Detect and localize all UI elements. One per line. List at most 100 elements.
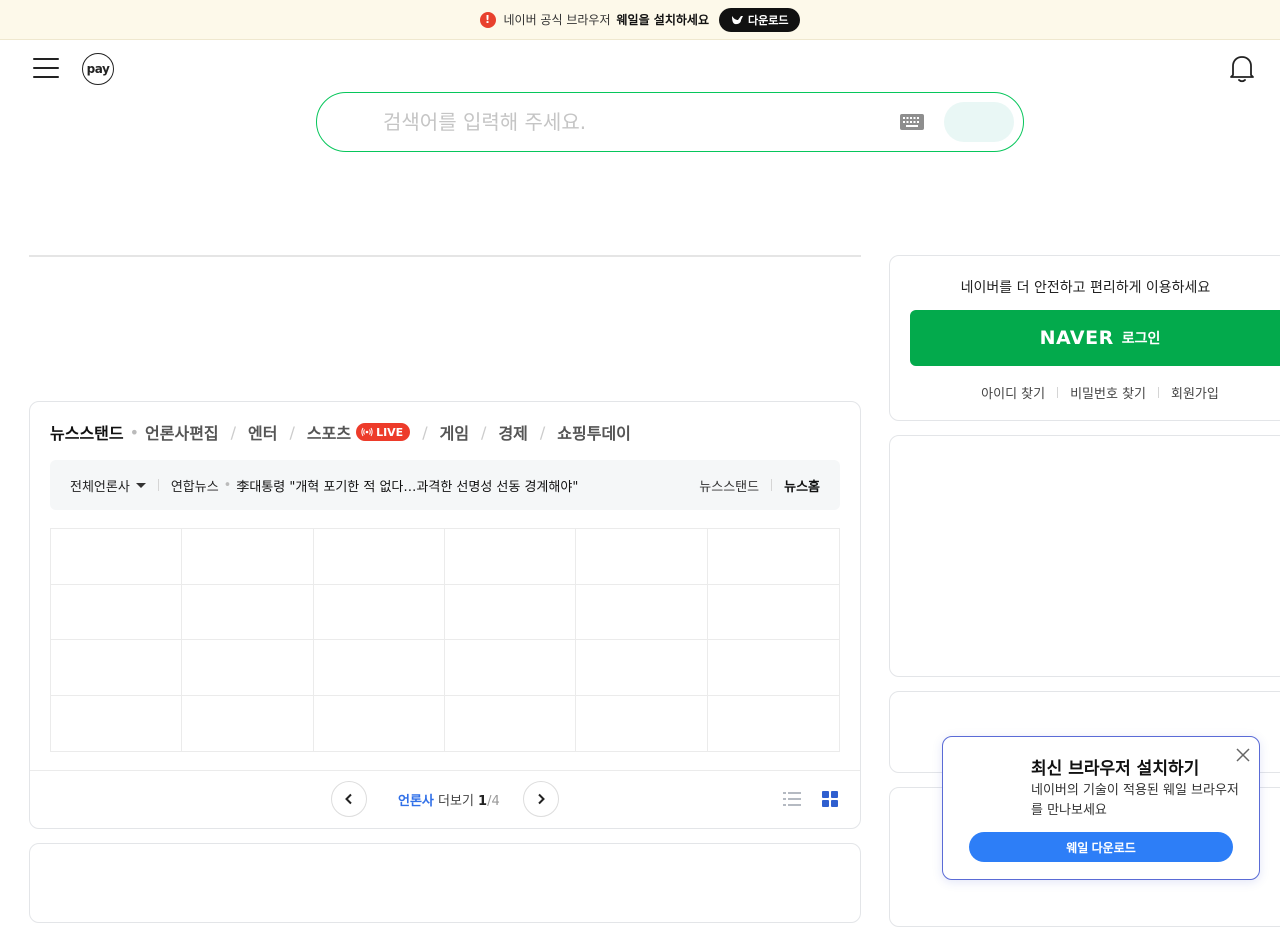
press-cell[interactable] (445, 695, 577, 751)
press-cell[interactable] (444, 529, 577, 585)
total-pages: /4 (487, 794, 500, 809)
login-links: 아이디 찾기 비밀번호 찾기 회원가입 (890, 383, 1280, 402)
headline-links: 뉴스스탠드 뉴스홈 (699, 476, 820, 495)
whale-install-banner: ! 네이버 공식 브라우저 웨일을 설치하세요 다운로드 (0, 0, 1280, 40)
press-cell[interactable] (708, 696, 839, 752)
tab-dot-separator: • (129, 422, 140, 442)
page-indicator: 언론사 더보기 1/4 (398, 790, 500, 809)
press-cell[interactable] (313, 584, 445, 640)
bell-icon[interactable] (1228, 54, 1256, 84)
tab-separator: / (539, 422, 546, 442)
banner-text: 네이버 공식 브라우저 (503, 13, 611, 27)
close-icon[interactable] (1235, 747, 1251, 763)
broadcast-icon (361, 427, 373, 437)
press-cell[interactable] (313, 529, 445, 585)
content-divider (29, 255, 861, 257)
search-box (316, 92, 1024, 152)
tab-newsstand[interactable]: 뉴스스탠드 (50, 420, 124, 444)
whale-icon (732, 15, 743, 24)
press-cell[interactable] (707, 529, 839, 585)
menu-icon[interactable] (33, 58, 59, 78)
press-cell[interactable] (182, 695, 314, 751)
dot-separator: • (223, 477, 232, 493)
naver-login-button[interactable]: NAVER 로그인 (910, 310, 1280, 366)
press-cell[interactable] (576, 640, 708, 696)
live-badge-label: LIVE (376, 425, 404, 439)
banner-strong-text: 웨일을 설치하세요 (616, 13, 710, 27)
press-cell[interactable] (444, 640, 577, 696)
tab-sports-label: 스포츠 (306, 424, 352, 443)
newshome-link[interactable]: 뉴스홈 (784, 476, 820, 495)
press-cell[interactable] (444, 584, 577, 640)
popup-title: 최신 브라우저 설치하기 (1031, 759, 1200, 779)
whale-browser-popup: 최신 브라우저 설치하기 네이버의 기술이 적용된 웨일 브라우저를 만나보세요… (942, 736, 1260, 880)
tab-separator: / (289, 422, 295, 442)
press-cell[interactable] (313, 640, 445, 696)
press-cell[interactable] (51, 529, 183, 585)
popup-description: 네이버의 기술이 적용된 웨일 브라우저를 만나보세요 (1031, 783, 1239, 818)
next-page-button[interactable] (523, 781, 559, 817)
whale-download-button[interactable]: 웨일 다운로드 (969, 832, 1233, 862)
tab-press-edit[interactable]: 언론사편집 (145, 420, 219, 444)
search-input[interactable] (383, 107, 883, 137)
banner-download-button[interactable]: 다운로드 (719, 7, 801, 32)
tab-economy[interactable]: 경제 (498, 420, 527, 444)
pay-label: pay (86, 62, 110, 76)
exclamation-icon: ! (479, 11, 496, 28)
press-cell[interactable] (576, 695, 708, 751)
grid-view-icon[interactable] (822, 791, 838, 807)
banner-download-label: 다운로드 (748, 14, 789, 27)
side-widget-card (889, 435, 1280, 677)
press-cell[interactable] (576, 584, 708, 640)
press-cell[interactable] (576, 529, 708, 585)
separator (1158, 387, 1159, 398)
search-button[interactable] (944, 102, 1014, 142)
press-logo-grid (50, 528, 840, 752)
list-view-icon[interactable] (783, 791, 801, 807)
more-label: 더보기 (433, 794, 479, 809)
press-select-dropdown[interactable]: 전체언론사 (70, 476, 146, 495)
tab-sports[interactable]: 스포츠 LIVE (306, 420, 411, 444)
live-badge: LIVE (356, 423, 411, 441)
press-select-label: 전체언론사 (70, 479, 130, 495)
keyboard-icon[interactable] (900, 114, 924, 130)
headline-link[interactable]: 李대통령 "개혁 포기한 적 없다…과격한 선명성 선동 경계해야" (236, 476, 578, 495)
separator (1057, 387, 1059, 398)
content-card (29, 843, 861, 923)
login-card: 네이버를 더 안전하고 편리하게 이용하세요 NAVER 로그인 아이디 찾기 … (889, 255, 1280, 421)
naver-logo: NAVER (1039, 327, 1114, 349)
find-password-link[interactable]: 비밀번호 찾기 (1070, 383, 1146, 402)
press-cell[interactable] (182, 529, 314, 585)
separator (771, 479, 773, 491)
tab-shopping-today[interactable]: 쇼핑투데이 (557, 420, 631, 444)
press-cell[interactable] (314, 695, 445, 751)
separator (157, 479, 159, 491)
naver-pay-button[interactable]: pay (82, 53, 114, 85)
tab-entertainment[interactable]: 엔터 (248, 420, 277, 444)
signup-link[interactable]: 회원가입 (1171, 383, 1219, 402)
press-cell[interactable] (182, 640, 314, 696)
prev-page-button[interactable] (331, 781, 367, 817)
caret-down-icon (135, 482, 146, 488)
current-page: 1 (478, 794, 488, 809)
login-button-label: 로그인 (1121, 330, 1161, 346)
find-id-link[interactable]: 아이디 찾기 (981, 383, 1045, 402)
login-message: 네이버를 더 안전하고 편리하게 이용하세요 (960, 280, 1211, 296)
news-tabs: 뉴스스탠드 • 언론사편집 / 엔터 / 스포츠 LIVE / 게임 / 경제 … (50, 420, 631, 444)
tab-game[interactable]: 게임 (440, 420, 469, 444)
tab-separator: / (481, 422, 487, 442)
tab-separator: / (422, 422, 428, 442)
press-cell[interactable] (51, 695, 183, 751)
newsstand-footer: 언론사 더보기 1/4 (30, 770, 860, 828)
press-cell[interactable] (707, 585, 839, 640)
newsstand-card: 뉴스스탠드 • 언론사편집 / 엔터 / 스포츠 LIVE / 게임 / 경제 … (29, 401, 861, 829)
headline-press-name[interactable]: 연합뉴스 (171, 476, 219, 495)
chevron-right-icon (538, 793, 545, 805)
newsstand-link[interactable]: 뉴스스탠드 (699, 476, 759, 495)
press-cell[interactable] (707, 640, 839, 696)
tab-separator: / (230, 422, 237, 442)
press-cell[interactable] (182, 584, 314, 640)
press-cell[interactable] (51, 584, 183, 640)
headline-bar: 전체언론사 연합뉴스 • 李대통령 "개혁 포기한 적 없다…과격한 선명성 선… (50, 460, 840, 510)
press-cell[interactable] (51, 640, 183, 696)
